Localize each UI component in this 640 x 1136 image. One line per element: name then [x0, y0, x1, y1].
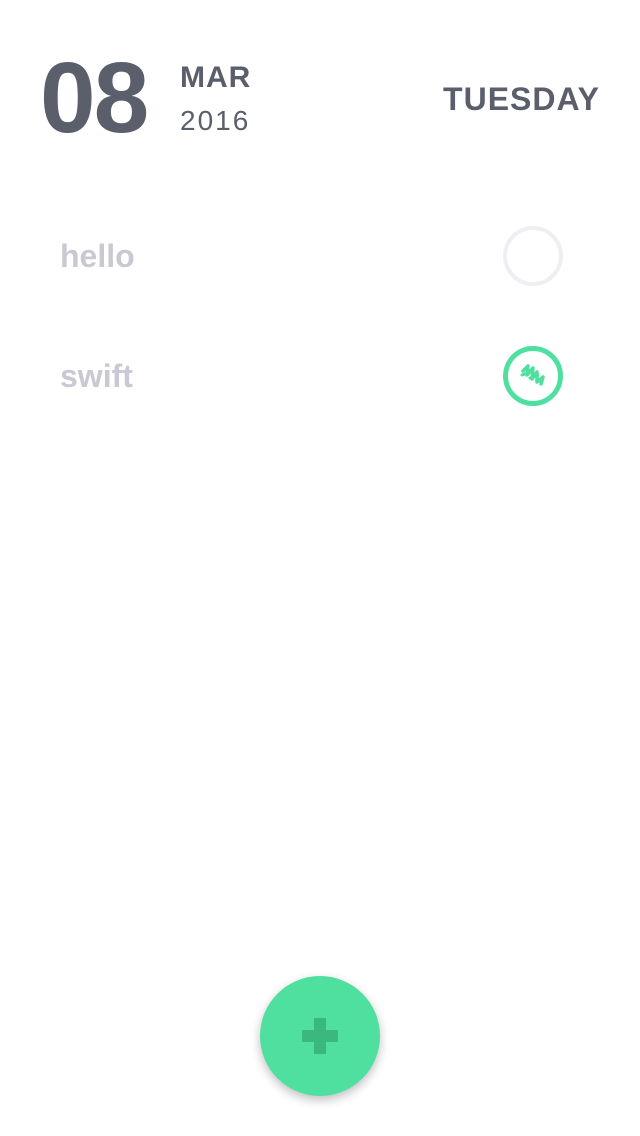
add-task-button[interactable]: [260, 976, 380, 1096]
checkbox-checked-icon[interactable]: [503, 346, 563, 406]
day-number: 08: [40, 42, 149, 154]
task-item[interactable]: hello: [0, 196, 640, 316]
scribble-check-icon: [520, 364, 545, 386]
month-label: MAR: [180, 61, 252, 94]
task-list: hello swift: [0, 196, 640, 436]
task-item[interactable]: swift: [0, 316, 640, 436]
plus-icon: [302, 1018, 338, 1054]
year-label: 2016: [180, 105, 251, 136]
checkbox-unchecked-icon[interactable]: [503, 226, 563, 286]
date-header: 08 MAR 2016 TUESDAY: [0, 0, 640, 160]
task-label: hello: [60, 238, 135, 274]
weekday-label: TUESDAY: [443, 81, 600, 117]
task-label: swift: [60, 358, 133, 394]
